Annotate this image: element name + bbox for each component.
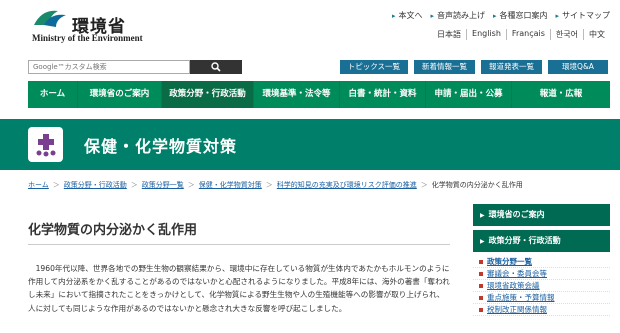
nav-item-applications[interactable]: 申請・届出・公募	[426, 81, 512, 108]
search-icon	[211, 62, 221, 72]
util-link-sitemap[interactable]: ▸ サイトマップ	[555, 10, 610, 21]
nav-item-home[interactable]: ホーム	[28, 81, 78, 108]
sidebar-item-tax-reform[interactable]: 税制改正関係情報	[473, 304, 610, 316]
search-button[interactable]	[190, 60, 242, 74]
nav-item-about[interactable]: 環境省のご案内	[78, 81, 162, 108]
sidebar: ▶ 環境省のご案内 ▶ 政策分野・行政活動 政策分野一覧 審議会・委員会等 環境省政…	[473, 204, 610, 316]
breadcrumb-policy-list[interactable]: 政策分野一覧	[142, 180, 184, 190]
nav-item-press[interactable]: 報道・広報	[512, 81, 610, 108]
sidebar-section-about[interactable]: ▶ 環境省のご案内	[473, 204, 610, 226]
search-input[interactable]	[28, 60, 190, 74]
breadcrumb-separator: ＞	[52, 181, 60, 189]
breadcrumb-current: 化学物質の内分泌かく乱作用	[431, 181, 523, 189]
language-links: 日本語 English Français 한국어 中文	[432, 29, 610, 40]
press-release-list-button[interactable]: 報道発表一覧	[481, 60, 542, 74]
ministry-logo-icon	[34, 10, 66, 27]
nav-item-standards[interactable]: 環境基準・法令等	[254, 81, 340, 108]
page-title: 化学物質の内分泌かく乱作用	[28, 223, 198, 238]
lang-link-english[interactable]: English	[466, 29, 506, 40]
nav-item-policy[interactable]: 政策分野・行政活動	[162, 81, 254, 108]
arrow-right-icon: ▸	[492, 12, 497, 20]
lang-link-korean[interactable]: 한국어	[549, 29, 583, 40]
sidebar-item-policy-list[interactable]: 政策分野一覧	[473, 256, 610, 268]
nav-item-whitepaper[interactable]: 白書・統計・資料	[340, 81, 426, 108]
search-bar	[28, 60, 242, 74]
arrow-right-icon: ▸	[391, 12, 396, 20]
arrow-right-icon: ▸	[555, 12, 559, 20]
sidebar-item-policy-meeting[interactable]: 環境省政策会議	[473, 280, 610, 292]
arrow-right-icon: ▸	[430, 12, 434, 20]
sidebar-item-budget[interactable]: 重点施策・予算情報	[473, 292, 610, 304]
topics-list-button[interactable]: トピックス一覧	[339, 60, 408, 74]
sidebar-item-councils[interactable]: 審議会・委員会等	[473, 268, 610, 280]
triangle-right-icon: ▶	[480, 238, 485, 245]
lang-link-japanese[interactable]: 日本語	[432, 29, 466, 40]
logo-text-en: Ministry of the Environment	[32, 33, 143, 43]
util-link-contact[interactable]: ▸ 各種窓口案内	[493, 10, 548, 21]
sidebar-section-policy[interactable]: ▶ 政策分野・行政活動	[473, 230, 610, 252]
breadcrumb-separator: ＞	[420, 181, 428, 189]
health-chemical-icon	[28, 127, 63, 162]
util-link-main-content[interactable]: ▸ 本文へ	[392, 10, 423, 21]
breadcrumb: ホーム ＞ 政策分野・行政活動 ＞ 政策分野一覧 ＞ 保健・化学物質対策 ＞ 科…	[28, 180, 523, 190]
title-divider	[28, 244, 450, 245]
triangle-right-icon: ▶	[480, 212, 485, 219]
site-logo[interactable]: 環境省 Ministry of the Environment	[32, 7, 143, 43]
environment-qa-button[interactable]: 環境Q&A	[548, 60, 608, 74]
category-banner: 保健・化学物質対策	[0, 119, 620, 170]
category-title: 保健・化学物質対策	[84, 137, 238, 156]
breadcrumb-separator: ＞	[265, 181, 273, 189]
breadcrumb-policy[interactable]: 政策分野・行政活動	[64, 180, 127, 190]
intro-paragraph: 1960年代以降、世界各地での野生生物の観察結果から、環境中に存在している物質が…	[28, 264, 450, 313]
breadcrumb-health-chemical[interactable]: 保健・化学物質対策	[199, 180, 262, 190]
breadcrumb-separator: ＞	[187, 181, 195, 189]
global-nav: ホーム 環境省のご案内 政策分野・行政活動 環境基準・法令等 白書・統計・資料 …	[28, 81, 610, 108]
quick-buttons: トピックス一覧 新着情報一覧 報道発表一覧 環境Q&A	[339, 60, 608, 74]
breadcrumb-separator: ＞	[130, 181, 138, 189]
lang-link-chinese[interactable]: 中文	[583, 29, 610, 40]
utility-links: ▸ 本文へ ▸ 音声読み上げ ▸ 各種窓口案内 ▸ サイトマップ	[392, 10, 610, 21]
lang-link-french[interactable]: Français	[505, 29, 550, 40]
util-link-read-aloud[interactable]: ▸ 音声読み上げ	[430, 10, 485, 21]
news-list-button[interactable]: 新着情報一覧	[414, 60, 475, 74]
breadcrumb-risk-assessment[interactable]: 科学的知見の充実及び環境リスク評価の推進	[277, 180, 417, 190]
breadcrumb-home[interactable]: ホーム	[28, 180, 49, 190]
